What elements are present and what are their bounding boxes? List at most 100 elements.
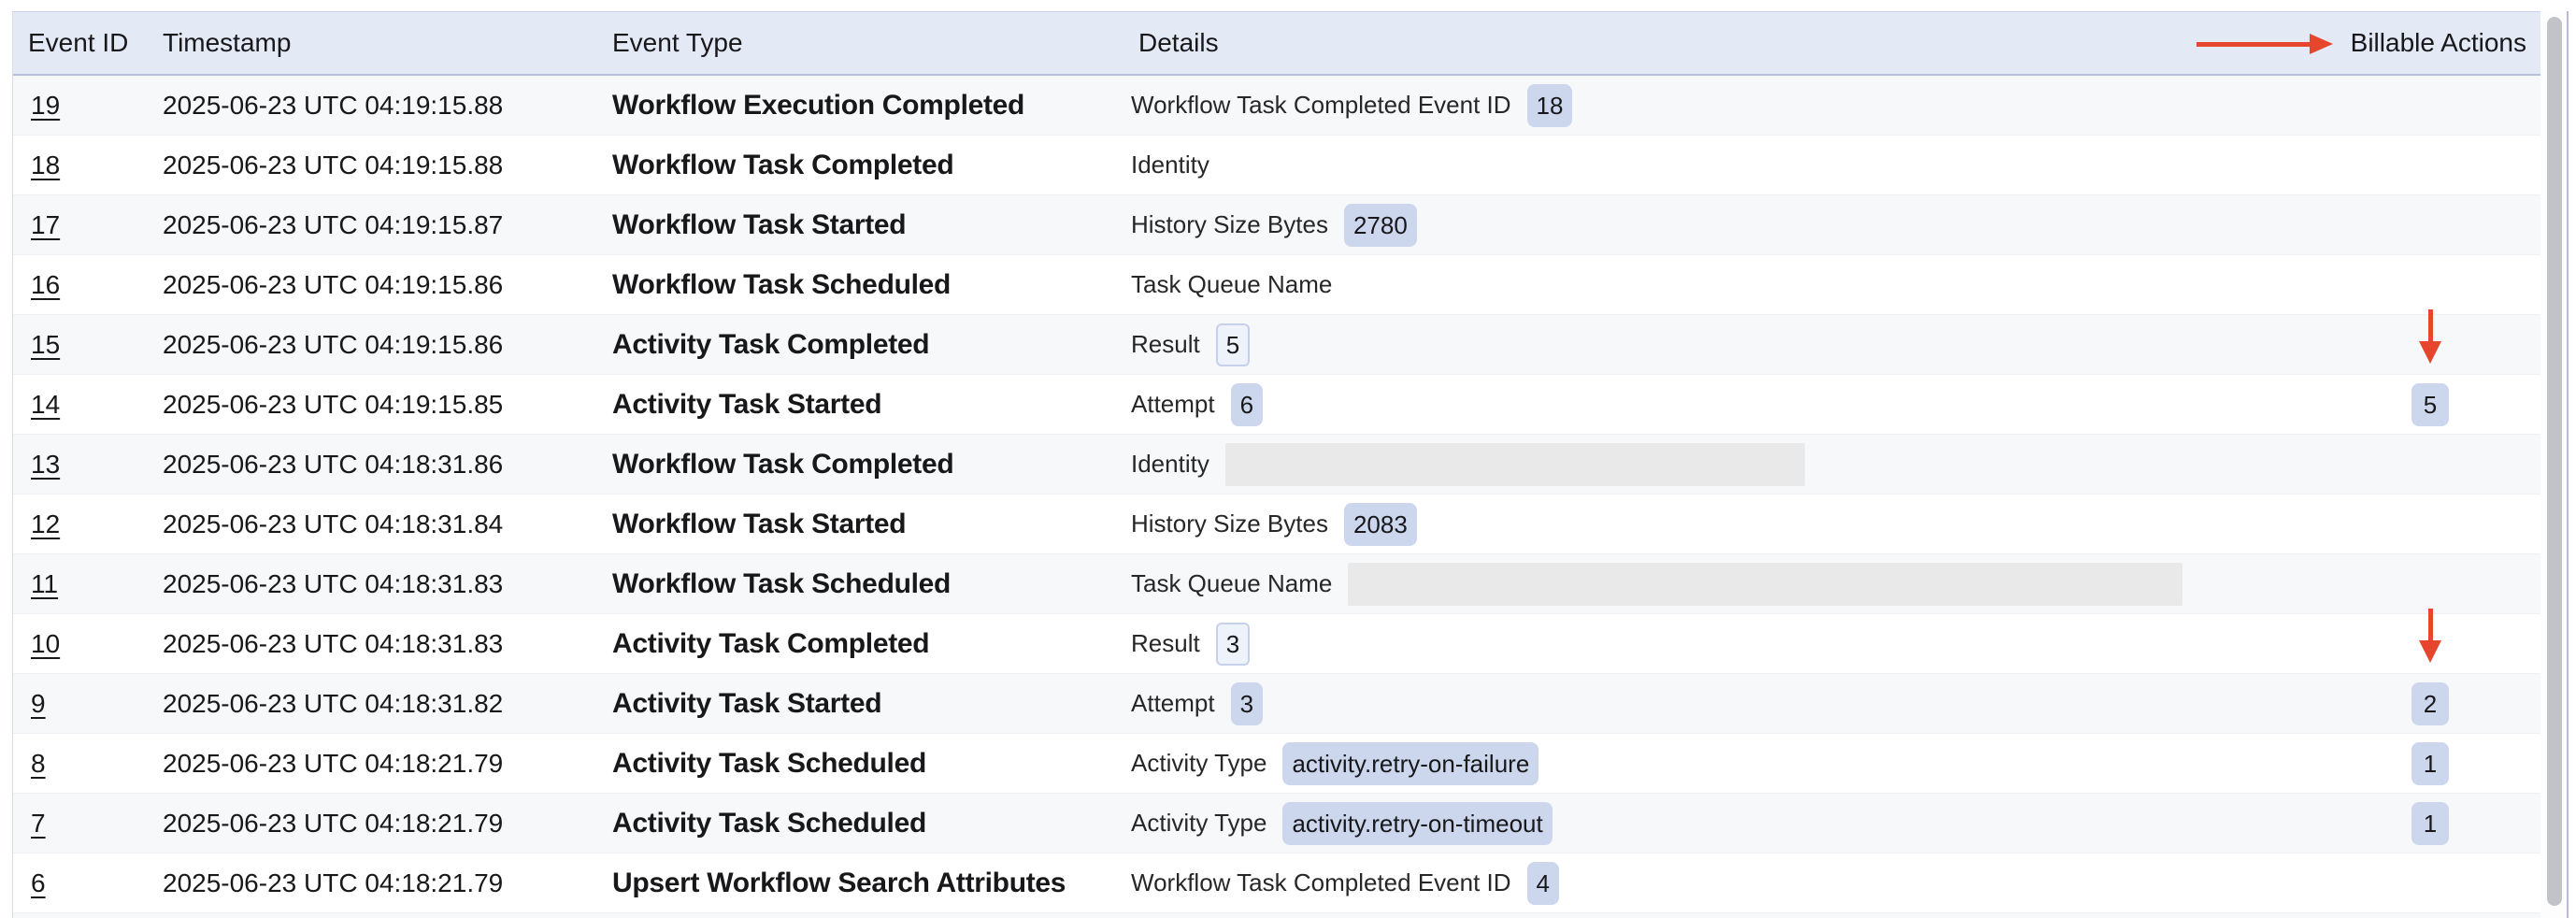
event-id-link[interactable]: 14 — [31, 390, 60, 420]
table-row[interactable]: 12 2025-06-23 UTC 04:18:31.84 Workflow T… — [13, 495, 2540, 554]
event-details: Identity — [1131, 136, 1209, 194]
event-id-link[interactable]: 17 — [31, 210, 60, 240]
detail-value-badge: 4 — [1527, 862, 1559, 905]
billable-actions-cell — [2355, 76, 2505, 135]
billable-count-badge: 1 — [2411, 802, 2449, 845]
column-header-details: Details — [1138, 12, 1219, 74]
billable-actions-cell: 1 — [2355, 734, 2505, 793]
detail-label: Attempt — [1131, 689, 1215, 718]
event-id-link[interactable]: 15 — [31, 330, 60, 360]
column-header-event-id: Event ID — [28, 12, 128, 74]
table-row[interactable]: 19 2025-06-23 UTC 04:19:15.88 Workflow E… — [13, 76, 2540, 136]
annotation-arrow-right-icon — [2197, 34, 2333, 55]
detail-value-badge: 2780 — [1344, 204, 1417, 247]
event-timestamp: 2025-06-23 UTC 04:18:31.84 — [163, 495, 503, 553]
table-row[interactable]: 15 2025-06-23 UTC 04:19:15.86 Activity T… — [13, 315, 2540, 375]
event-details: Workflow Task Completed Event ID 4 — [1131, 853, 1559, 912]
event-id-link[interactable]: 12 — [31, 509, 60, 539]
event-timestamp: 2025-06-23 UTC 04:19:15.87 — [163, 195, 503, 254]
event-details: Result 5 — [1131, 315, 1250, 374]
billable-count-badge: 2 — [2411, 682, 2449, 725]
event-id-cell: 6 — [31, 853, 46, 912]
detail-label: History Size Bytes — [1131, 210, 1328, 239]
event-type: Activity Task Started — [612, 375, 881, 434]
scrollbar-thumb[interactable] — [2547, 17, 2562, 906]
billable-actions-cell — [2355, 554, 2505, 613]
event-id-cell: 14 — [31, 375, 60, 434]
event-history-screen: Event ID Timestamp Event Type Details Bi… — [0, 0, 2576, 918]
event-details: Identity — [1131, 435, 1805, 494]
event-id-cell: 11 — [31, 554, 58, 613]
event-type: Activity Task Scheduled — [612, 734, 926, 793]
partial-next-row — [13, 913, 2540, 918]
detail-label: Workflow Task Completed Event ID — [1131, 91, 1511, 120]
annotation-arrow-down-icon — [2419, 309, 2441, 364]
event-type: Activity Task Scheduled — [612, 794, 926, 853]
event-id-link[interactable]: 8 — [31, 749, 46, 779]
event-timestamp: 2025-06-23 UTC 04:18:21.79 — [163, 853, 503, 912]
event-timestamp: 2025-06-23 UTC 04:18:31.86 — [163, 435, 503, 494]
event-id-cell: 18 — [31, 136, 60, 194]
event-timestamp: 2025-06-23 UTC 04:18:31.83 — [163, 614, 503, 673]
event-type: Upsert Workflow Search Attributes — [612, 853, 1066, 912]
column-header-billable-actions: Billable Actions — [2351, 12, 2526, 74]
table-row[interactable]: 13 2025-06-23 UTC 04:18:31.86 Workflow T… — [13, 435, 2540, 495]
billable-actions-cell — [2355, 435, 2505, 494]
billable-actions-cell: 2 — [2355, 674, 2505, 733]
event-details: Attempt 3 — [1131, 674, 1263, 733]
redacted-value — [1225, 443, 1805, 486]
column-header-event-type: Event Type — [612, 12, 743, 74]
event-id-cell: 8 — [31, 734, 46, 793]
event-id-cell: 12 — [31, 495, 60, 553]
billable-actions-cell — [2355, 614, 2505, 673]
table-header: Event ID Timestamp Event Type Details Bi… — [13, 11, 2540, 76]
table-row[interactable]: 18 2025-06-23 UTC 04:19:15.88 Workflow T… — [13, 136, 2540, 195]
detail-label: Task Queue Name — [1131, 270, 1332, 299]
event-type: Workflow Task Started — [612, 195, 906, 254]
table-row[interactable]: 14 2025-06-23 UTC 04:19:15.85 Activity T… — [13, 375, 2540, 435]
table-row[interactable]: 9 2025-06-23 UTC 04:18:31.82 Activity Ta… — [13, 674, 2540, 734]
billable-actions-cell: 1 — [2355, 794, 2505, 853]
detail-label: History Size Bytes — [1131, 509, 1328, 538]
table-row[interactable]: 8 2025-06-23 UTC 04:18:21.79 Activity Ta… — [13, 734, 2540, 794]
event-details: Task Queue Name — [1131, 255, 1332, 314]
scrollbar-track[interactable] — [2540, 11, 2567, 918]
event-id-cell: 16 — [31, 255, 60, 314]
table-row[interactable]: 10 2025-06-23 UTC 04:18:31.83 Activity T… — [13, 614, 2540, 674]
event-details: Activity Type activity.retry-on-failure — [1131, 734, 1538, 793]
event-id-link[interactable]: 9 — [31, 689, 46, 719]
event-id-link[interactable]: 11 — [31, 569, 58, 599]
event-id-link[interactable]: 13 — [31, 450, 60, 480]
table-row[interactable]: 11 2025-06-23 UTC 04:18:31.83 Workflow T… — [13, 554, 2540, 614]
event-type: Workflow Task Scheduled — [612, 554, 951, 613]
event-id-link[interactable]: 6 — [31, 868, 46, 898]
detail-label: Result — [1131, 330, 1200, 359]
detail-label: Task Queue Name — [1131, 569, 1332, 598]
event-id-link[interactable]: 7 — [31, 809, 46, 839]
event-id-link[interactable]: 19 — [31, 91, 60, 121]
event-id-link[interactable]: 10 — [31, 629, 60, 659]
event-id-cell: 10 — [31, 614, 60, 673]
table-row[interactable]: 6 2025-06-23 UTC 04:18:21.79 Upsert Work… — [13, 853, 2540, 913]
detail-value-badge: activity.retry-on-failure — [1282, 742, 1538, 785]
event-details: Task Queue Name — [1131, 554, 2182, 613]
event-type: Activity Task Completed — [612, 614, 929, 673]
detail-label: Activity Type — [1131, 749, 1267, 778]
table-row[interactable]: 16 2025-06-23 UTC 04:19:15.86 Workflow T… — [13, 255, 2540, 315]
event-type: Workflow Task Completed — [612, 435, 953, 494]
event-id-link[interactable]: 16 — [31, 270, 60, 300]
detail-value-badge: 6 — [1231, 383, 1263, 426]
event-id-cell: 15 — [31, 315, 60, 374]
billable-actions-cell — [2355, 195, 2505, 254]
event-type: Activity Task Started — [612, 674, 881, 733]
table-row[interactable]: 17 2025-06-23 UTC 04:19:15.87 Workflow T… — [13, 195, 2540, 255]
event-timestamp: 2025-06-23 UTC 04:18:31.82 — [163, 674, 503, 733]
billable-count-badge: 5 — [2411, 383, 2449, 426]
table-row[interactable]: 7 2025-06-23 UTC 04:18:21.79 Activity Ta… — [13, 794, 2540, 853]
billable-actions-cell — [2355, 255, 2505, 314]
table-right-border — [2567, 11, 2569, 918]
event-timestamp: 2025-06-23 UTC 04:19:15.88 — [163, 136, 503, 194]
event-id-link[interactable]: 18 — [31, 151, 60, 180]
billable-actions-cell — [2355, 315, 2505, 374]
detail-label: Result — [1131, 629, 1200, 658]
